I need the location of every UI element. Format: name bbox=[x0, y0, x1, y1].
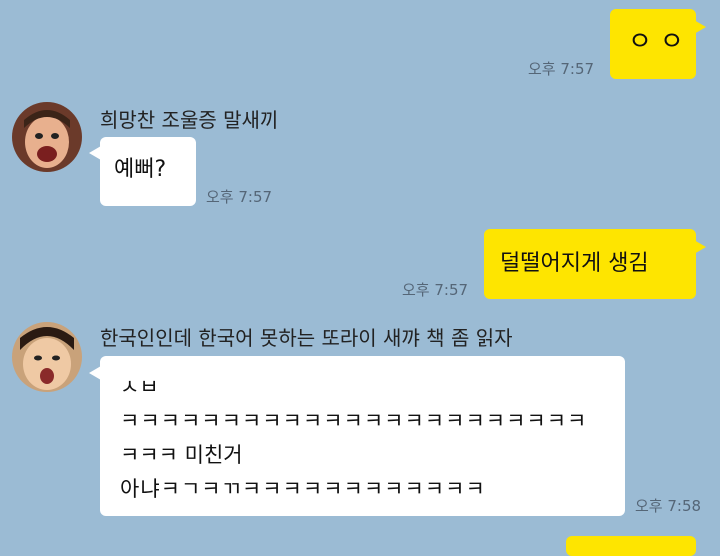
message-line: ㅋㅋㅋㅋㅋㅋㅋㅋㅋㅋㅋㅋㅋㅋㅋㅋㅋㅋㅋㅋㅋㅋㅋ bbox=[120, 409, 588, 433]
avatar[interactable] bbox=[12, 322, 82, 392]
their-message-bubble[interactable]: 예뻐? bbox=[100, 137, 196, 206]
their-message-bubble[interactable]: ㅅㅂ ㅋㅋㅋㅋㅋㅋㅋㅋㅋㅋㅋㅋㅋㅋㅋㅋㅋㅋㅋㅋㅋㅋㅋ ㅋㅋㅋ 미친거 아냐ㅋㄱㅋ… bbox=[100, 356, 625, 516]
message-time: 오후 7:57 bbox=[402, 281, 469, 299]
bubble-tail bbox=[694, 20, 706, 34]
message-time: 오후 7:57 bbox=[528, 60, 595, 78]
my-message-bubble[interactable]: ㅇㅇ bbox=[610, 9, 696, 79]
message-text: ㅇㅇ bbox=[628, 27, 692, 57]
my-message-bubble-partial[interactable] bbox=[566, 536, 696, 556]
avatar[interactable] bbox=[12, 102, 82, 172]
avatar-face-icon bbox=[12, 322, 82, 392]
message-line: 아냐ㅋㄱㅋㄲㅋㅋㅋㅋㅋㅋㅋㅋㅋㅋㅋㅋ bbox=[120, 477, 486, 501]
bubble-tail bbox=[694, 240, 706, 254]
message-line: ㅋㅋㅋ 미친거 bbox=[120, 443, 243, 467]
message-text: 덜떨어지게 생김 bbox=[500, 251, 649, 276]
avatar-face-icon bbox=[12, 102, 82, 172]
message-text: 예뻐? bbox=[114, 157, 167, 182]
message-time: 오후 7:58 bbox=[635, 497, 702, 515]
sender-name: 희망찬 조울증 말새끼 bbox=[100, 108, 279, 132]
message-time: 오후 7:57 bbox=[206, 188, 273, 206]
my-message-bubble[interactable]: 덜떨어지게 생김 bbox=[484, 229, 696, 299]
message-line: ㅅㅂ bbox=[120, 375, 159, 399]
sender-name: 한국인인데 한국어 못하는 또라이 새꺄 책 좀 읽자 bbox=[100, 326, 513, 350]
